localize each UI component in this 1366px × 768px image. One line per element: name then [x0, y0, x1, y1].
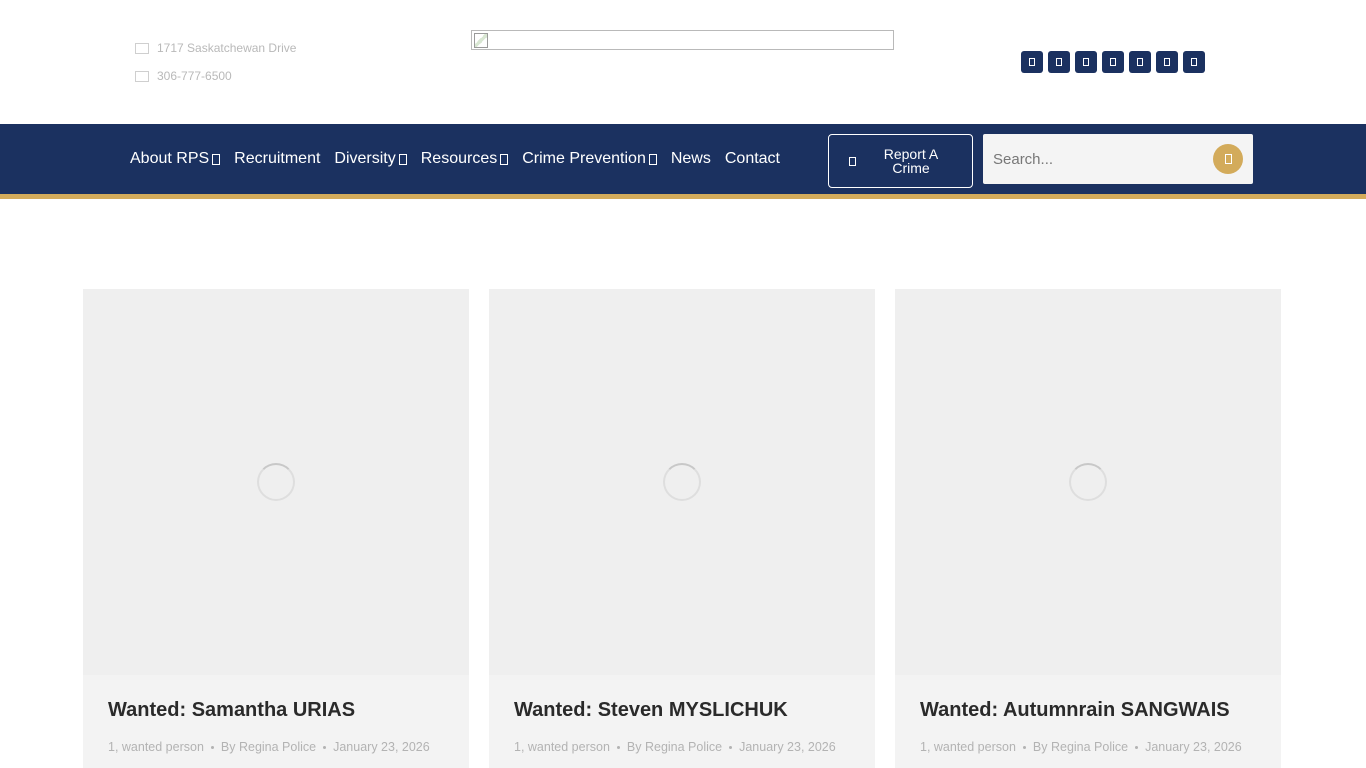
nav-item-diversity[interactable]: Diversity [334, 150, 407, 168]
nav-label: Contact [724, 150, 780, 167]
chevron-down-icon [212, 153, 221, 165]
separator-dot [210, 745, 214, 749]
instagram-icon[interactable] [1075, 51, 1097, 73]
nav-label: News [670, 150, 711, 167]
nav-item-crime-prevention[interactable]: Crime Prevention [522, 150, 657, 168]
post-category[interactable]: 1, wanted person [514, 740, 610, 754]
post-card[interactable]: Wanted: Autumnrain SANGWAIS 1, wanted pe… [895, 289, 1281, 768]
loading-spinner-icon [257, 463, 295, 501]
nav-label: Crime Prevention [522, 150, 646, 167]
phone-icon [135, 70, 149, 82]
alert-icon [849, 156, 856, 166]
post-card[interactable]: Wanted: Steven MYSLICHUK 1, wanted perso… [489, 289, 875, 768]
main-navigation: About RPS Recruitment Diversity Resource… [0, 124, 1366, 194]
phone-text[interactable]: 306-777-6500 [157, 69, 232, 83]
search-form [983, 134, 1253, 184]
post-card[interactable]: Wanted: Samantha URIAS 1, wanted person … [83, 289, 469, 768]
youtube-icon[interactable] [1102, 51, 1124, 73]
post-author[interactable]: By Regina Police [221, 740, 316, 754]
search-input[interactable] [983, 134, 1208, 184]
post-author[interactable]: By Regina Police [1033, 740, 1128, 754]
address-text: 1717 Saskatchewan Drive [157, 41, 297, 55]
post-title[interactable]: Wanted: Autumnrain SANGWAIS [920, 699, 1230, 722]
post-meta: 1, wanted person By Regina Police Januar… [514, 740, 836, 754]
post-author[interactable]: By Regina Police [627, 740, 722, 754]
separator-dot [616, 745, 620, 749]
nav-label: Diversity [334, 150, 396, 167]
address-row: 1717 Saskatchewan Drive [134, 38, 296, 58]
post-image[interactable] [83, 289, 469, 675]
separator-dot [1135, 745, 1139, 749]
separator-dot [729, 745, 733, 749]
loading-spinner-icon [1069, 463, 1107, 501]
top-header: 1717 Saskatchewan Drive 306-777-6500 [0, 0, 1366, 124]
report-a-crime-button[interactable]: Report A Crime [828, 134, 973, 188]
nav-item-about-rps[interactable]: About RPS [130, 150, 221, 168]
social-links [1021, 51, 1205, 73]
linkedin-icon[interactable] [1129, 51, 1151, 73]
contact-info: 1717 Saskatchewan Drive 306-777-6500 [134, 38, 296, 94]
chevron-down-icon [500, 153, 509, 165]
nav-item-resources[interactable]: Resources [420, 150, 509, 168]
post-category[interactable]: 1, wanted person [920, 740, 1016, 754]
separator-dot [1022, 745, 1026, 749]
post-date[interactable]: January 23, 2026 [333, 740, 430, 754]
email-icon[interactable] [1183, 51, 1205, 73]
post-grid: Wanted: Samantha URIAS 1, wanted person … [83, 289, 1281, 768]
nav-item-recruitment[interactable]: Recruitment [234, 150, 320, 168]
post-title[interactable]: Wanted: Samantha URIAS [108, 699, 355, 722]
chevron-down-icon [398, 153, 407, 165]
search-button[interactable] [1213, 144, 1243, 174]
post-title[interactable]: Wanted: Steven MYSLICHUK [514, 699, 788, 722]
post-image[interactable] [895, 289, 1281, 675]
nav-menu: About RPS Recruitment Diversity Resource… [130, 124, 794, 194]
post-date[interactable]: January 23, 2026 [1145, 740, 1242, 754]
facebook-icon[interactable] [1021, 51, 1043, 73]
chevron-down-icon [648, 153, 657, 165]
nav-label: Resources [420, 150, 498, 167]
map-marker-icon [135, 42, 149, 54]
loading-spinner-icon [663, 463, 701, 501]
post-meta: 1, wanted person By Regina Police Januar… [920, 740, 1242, 754]
post-date[interactable]: January 23, 2026 [739, 740, 836, 754]
tiktok-icon[interactable] [1156, 51, 1178, 73]
phone-row[interactable]: 306-777-6500 [134, 66, 296, 86]
broken-image-icon [474, 33, 488, 48]
nav-label: Recruitment [234, 150, 321, 167]
twitter-icon[interactable] [1048, 51, 1070, 73]
search-icon [1224, 154, 1232, 164]
separator-dot [323, 745, 327, 749]
post-image[interactable] [489, 289, 875, 675]
nav-item-news[interactable]: News [671, 150, 711, 168]
site-logo[interactable] [471, 30, 894, 50]
nav-item-contact[interactable]: Contact [725, 150, 780, 168]
nav-label: About RPS [130, 150, 210, 167]
post-category[interactable]: 1, wanted person [108, 740, 204, 754]
report-button-label: Report A Crime [883, 146, 939, 176]
post-meta: 1, wanted person By Regina Police Januar… [108, 740, 430, 754]
nav-accent-stripe [0, 194, 1366, 199]
